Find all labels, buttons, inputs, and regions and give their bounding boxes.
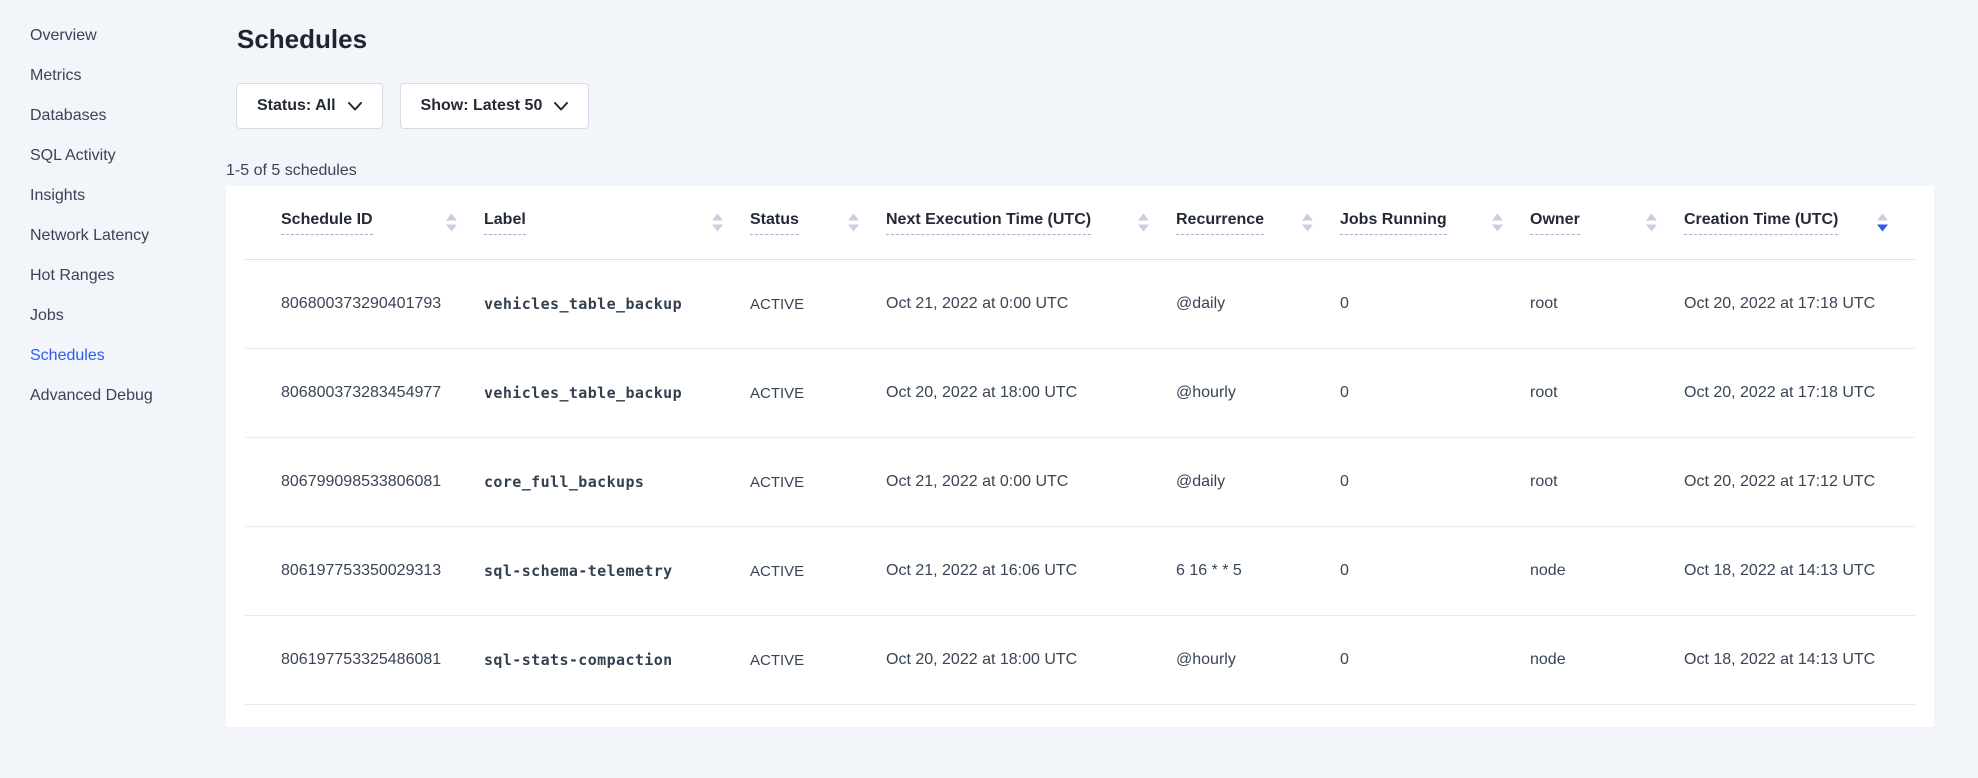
cell-creation_time: Oct 20, 2022 at 17:18 UTC [1684, 349, 1915, 438]
cell-status: ACTIVE [750, 438, 886, 527]
table-header: Schedule ID Label Status Next Execution Tim… [245, 186, 1915, 260]
sort-arrows-icon [1137, 212, 1150, 233]
chevron-down-icon [554, 102, 568, 111]
table-row: 806800373283454977vehicles_table_backupA… [245, 349, 1915, 438]
sidebar-item-advanced-debug[interactable]: Advanced Debug [30, 376, 226, 416]
column-header-label: Next Execution Time (UTC) [886, 211, 1091, 235]
sort-arrows-icon [847, 212, 860, 233]
cell-creation_time: Oct 18, 2022 at 14:13 UTC [1684, 616, 1915, 705]
sort-arrows-icon [711, 212, 724, 233]
cell-status: ACTIVE [750, 260, 886, 349]
table-row: 806197753325486081sql-stats-compactionAC… [245, 616, 1915, 705]
table-body: 806800373290401793vehicles_table_backupA… [245, 260, 1915, 705]
cell-owner: node [1530, 527, 1684, 616]
main-content: Schedules Status: All Show: Latest 50 1-… [226, 0, 1934, 727]
cell-jobs_running: 0 [1340, 616, 1530, 705]
sort-arrows-icon [1301, 212, 1314, 233]
cell-owner: node [1530, 616, 1684, 705]
show-filter-dropdown[interactable]: Show: Latest 50 [400, 83, 590, 129]
cell-schedule_id: 806197753325486081 [245, 616, 484, 705]
cell-next_execution: Oct 20, 2022 at 18:00 UTC [886, 616, 1176, 705]
cell-schedule_id: 806197753350029313 [245, 527, 484, 616]
table-row: 806799098533806081core_full_backupsACTIV… [245, 438, 1915, 527]
sidebar-nav: Overview Metrics Databases SQL Activity … [0, 16, 226, 416]
sidebar-item-overview[interactable]: Overview [30, 16, 226, 56]
sidebar-item-sql-activity[interactable]: SQL Activity [30, 136, 226, 176]
cell-label: sql-schema-telemetry [484, 527, 750, 616]
cell-schedule_id: 806800373283454977 [245, 349, 484, 438]
cell-schedule_id: 806800373290401793 [245, 260, 484, 349]
cell-label: sql-stats-compaction [484, 616, 750, 705]
column-header-status[interactable]: Status [750, 186, 886, 260]
schedules-table-card: Schedule ID Label Status Next Execution Tim… [226, 186, 1934, 727]
sort-arrows-icon [1645, 212, 1658, 233]
sort-arrows-icon [1491, 212, 1504, 233]
cell-jobs_running: 0 [1340, 349, 1530, 438]
cell-label: core_full_backups [484, 438, 750, 527]
cell-jobs_running: 0 [1340, 438, 1530, 527]
cell-next_execution: Oct 21, 2022 at 0:00 UTC [886, 260, 1176, 349]
cell-schedule_id: 806799098533806081 [245, 438, 484, 527]
cell-label: vehicles_table_backup [484, 260, 750, 349]
column-header-label: Label [484, 211, 526, 235]
show-filter-label: Show: Latest 50 [421, 97, 543, 115]
column-header-label: Status [750, 211, 799, 235]
cell-status: ACTIVE [750, 527, 886, 616]
sidebar-item-databases[interactable]: Databases [30, 96, 226, 136]
cell-status: ACTIVE [750, 349, 886, 438]
cell-recurrence: @daily [1176, 260, 1340, 349]
table-row: 806800373290401793vehicles_table_backupA… [245, 260, 1915, 349]
cell-owner: root [1530, 438, 1684, 527]
cell-jobs_running: 0 [1340, 527, 1530, 616]
schedules-table: Schedule ID Label Status Next Execution Tim… [245, 186, 1915, 705]
cell-recurrence: @hourly [1176, 616, 1340, 705]
column-header-label[interactable]: Label [484, 186, 750, 260]
cell-owner: root [1530, 349, 1684, 438]
column-header-label: Recurrence [1176, 211, 1264, 235]
status-filter-label: Status: All [257, 97, 336, 115]
cell-owner: root [1530, 260, 1684, 349]
column-header-creation_time[interactable]: Creation Time (UTC) [1684, 186, 1915, 260]
sidebar-item-network-latency[interactable]: Network Latency [30, 216, 226, 256]
page-title: Schedules [237, 26, 1934, 52]
filter-bar: Status: All Show: Latest 50 [236, 83, 1934, 129]
cell-creation_time: Oct 20, 2022 at 17:12 UTC [1684, 438, 1915, 527]
cell-jobs_running: 0 [1340, 260, 1530, 349]
column-header-jobs_running[interactable]: Jobs Running [1340, 186, 1530, 260]
schedules-page: Overview Metrics Databases SQL Activity … [0, 0, 1978, 778]
column-header-recurrence[interactable]: Recurrence [1176, 186, 1340, 260]
sidebar-item-schedules[interactable]: Schedules [30, 336, 226, 376]
column-header-label: Schedule ID [281, 211, 373, 235]
cell-status: ACTIVE [750, 616, 886, 705]
sidebar-item-hot-ranges[interactable]: Hot Ranges [30, 256, 226, 296]
cell-recurrence: @daily [1176, 438, 1340, 527]
cell-label: vehicles_table_backup [484, 349, 750, 438]
column-header-owner[interactable]: Owner [1530, 186, 1684, 260]
sort-arrows-icon [445, 212, 458, 233]
chevron-down-icon [348, 102, 362, 111]
sidebar-item-jobs[interactable]: Jobs [30, 296, 226, 336]
schedules-count: 1-5 of 5 schedules [226, 162, 1934, 180]
cell-creation_time: Oct 20, 2022 at 17:18 UTC [1684, 260, 1915, 349]
table-row: 806197753350029313sql-schema-telemetryAC… [245, 527, 1915, 616]
sort-arrows-icon [1876, 212, 1889, 233]
column-header-next_execution[interactable]: Next Execution Time (UTC) [886, 186, 1176, 260]
cell-next_execution: Oct 21, 2022 at 16:06 UTC [886, 527, 1176, 616]
column-header-label: Creation Time (UTC) [1684, 211, 1838, 235]
cell-recurrence: 6 16 * * 5 [1176, 527, 1340, 616]
cell-creation_time: Oct 18, 2022 at 14:13 UTC [1684, 527, 1915, 616]
column-header-schedule_id[interactable]: Schedule ID [245, 186, 484, 260]
sidebar-item-metrics[interactable]: Metrics [30, 56, 226, 96]
cell-next_execution: Oct 20, 2022 at 18:00 UTC [886, 349, 1176, 438]
column-header-label: Jobs Running [1340, 211, 1447, 235]
sidebar: Overview Metrics Databases SQL Activity … [0, 16, 226, 416]
cell-recurrence: @hourly [1176, 349, 1340, 438]
status-filter-dropdown[interactable]: Status: All [236, 83, 383, 129]
cell-next_execution: Oct 21, 2022 at 0:00 UTC [886, 438, 1176, 527]
column-header-label: Owner [1530, 211, 1580, 235]
sidebar-item-insights[interactable]: Insights [30, 176, 226, 216]
